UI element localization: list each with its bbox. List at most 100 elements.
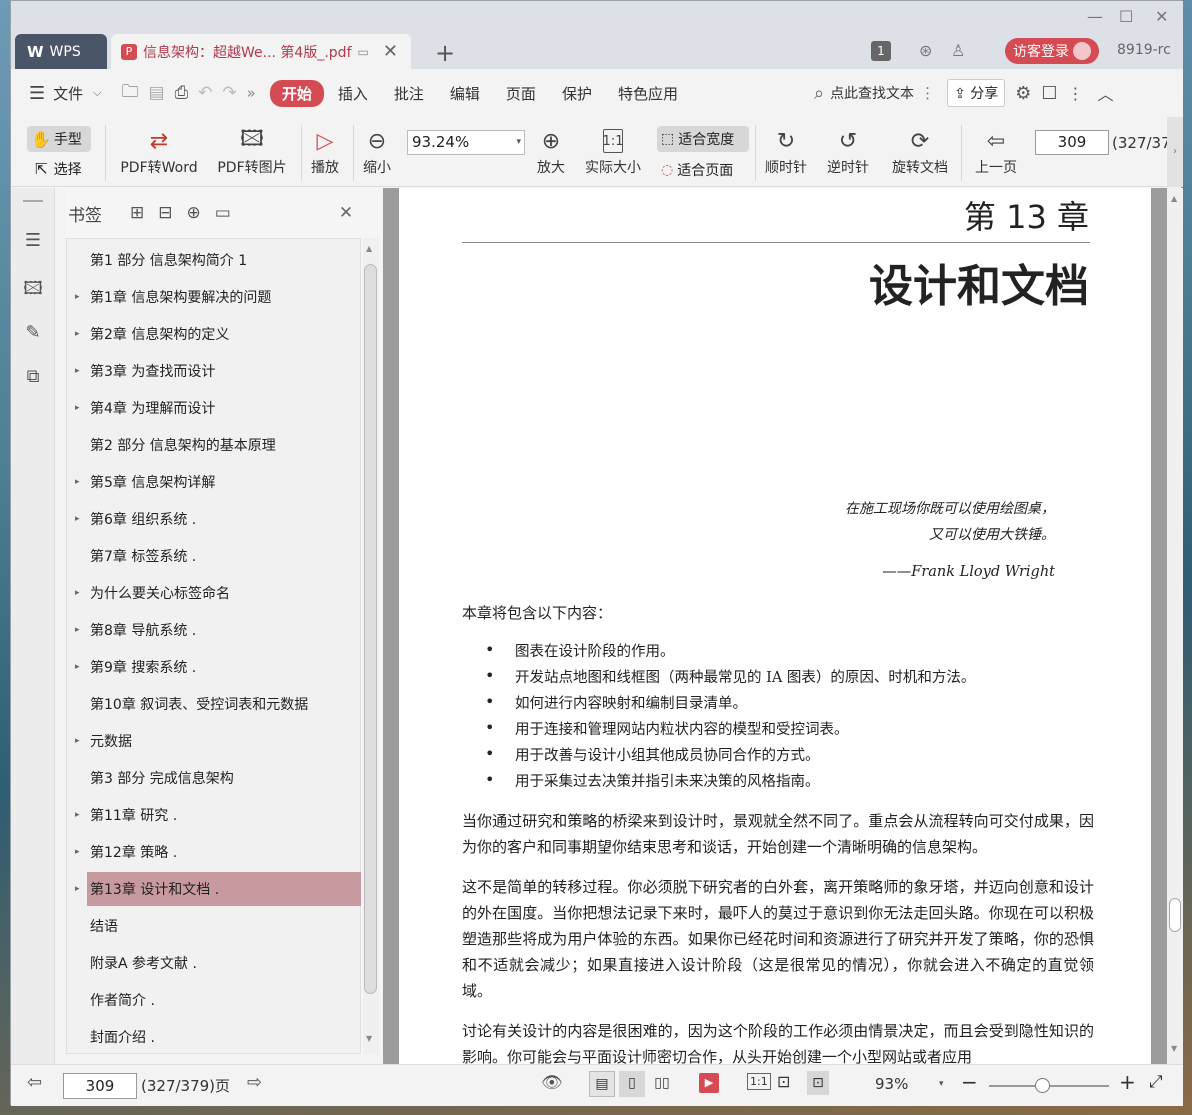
expand-arrow-icon[interactable]: ▸ <box>75 292 80 302</box>
bookmark-item[interactable]: 封面介绍 . <box>87 1020 361 1054</box>
bookmark-item[interactable]: ▸ 第1章 信息架构要解决的问题 <box>75 280 361 314</box>
comment-icon[interactable]: ☐ <box>1041 83 1057 104</box>
menu-insert[interactable]: 插入 <box>328 83 378 104</box>
close-window-icon[interactable]: ✕ <box>1155 7 1168 26</box>
tab-wps-home[interactable]: W WPS <box>15 34 107 69</box>
collapse-all-icon[interactable]: ⊟ <box>158 203 172 223</box>
maximize-icon[interactable]: ☐ <box>1119 7 1133 26</box>
collapse-ribbon-icon[interactable]: ︿ <box>1098 81 1114 105</box>
menu-file[interactable]: 文件 <box>45 83 93 104</box>
expand-arrow-icon[interactable]: ▸ <box>75 477 80 487</box>
scroll-thumb[interactable] <box>1169 898 1181 932</box>
bookmark-list-icon[interactable]: ☰ <box>22 230 44 252</box>
rotate-ccw-button[interactable]: ↺ 逆时针 <box>823 125 873 177</box>
kebab-icon[interactable]: ⋮ <box>920 84 935 102</box>
shirt-icon[interactable]: ♙ <box>951 41 965 60</box>
zoom-out-button[interactable]: ⊖ 缩小 <box>361 125 393 177</box>
redo-icon[interactable]: ↷ <box>222 83 236 103</box>
expand-all-icon[interactable]: ⊞ <box>130 203 144 223</box>
share-button[interactable]: ⇪ 分享 <box>947 79 1006 107</box>
select-tool-button[interactable]: ⇱ 选择 <box>35 159 82 179</box>
expand-arrow-icon[interactable]: ▸ <box>75 810 80 820</box>
add-bookmark-icon[interactable]: ⊕ <box>187 203 201 223</box>
expand-arrow-icon[interactable]: ▸ <box>75 736 80 746</box>
page-badge[interactable]: 1 <box>871 41 891 61</box>
expand-arrow-icon[interactable]: ▸ <box>75 847 80 857</box>
menu-edit[interactable]: 编辑 <box>440 83 490 104</box>
actual-size-status-icon[interactable]: 1:1 <box>747 1073 771 1090</box>
next-page-icon[interactable]: ⇨ <box>247 1072 262 1093</box>
undo-icon[interactable]: ↶ <box>198 83 212 103</box>
bookmark-scrollbar[interactable]: ▲ ▼ <box>363 238 379 1054</box>
bookmark-item[interactable]: ▸ 第6章 组织系统 . <box>75 502 361 536</box>
status-page-input[interactable]: 309 <box>63 1073 137 1099</box>
fit-page-status-icon[interactable]: ⊡ <box>777 1072 790 1091</box>
zoom-plus-icon[interactable]: + <box>1119 1070 1136 1094</box>
expand-arrow-icon[interactable]: ▸ <box>75 329 80 339</box>
zoom-in-button[interactable]: ⊕ 放大 <box>535 125 567 177</box>
more-vertical-icon[interactable]: ⋮ <box>1068 84 1084 103</box>
hamburger-icon[interactable]: ☰ <box>29 83 45 104</box>
minimize-icon[interactable]: — <box>1087 7 1103 26</box>
expand-arrow-icon[interactable]: ▸ <box>75 662 80 672</box>
document-scrollbar[interactable]: ▲ ▼ <box>1167 188 1183 1064</box>
bookmark-item[interactable]: ▸ 第12章 策略 . <box>75 835 361 869</box>
prev-page-button[interactable]: ⇦ 上一页 <box>971 125 1021 177</box>
bookmark-item[interactable]: ▸ 第13章 设计和文档 . <box>75 872 361 906</box>
bookmark-item[interactable]: ▸ 元数据 <box>75 724 361 758</box>
pdf-to-word-button[interactable]: ⇄ PDF转Word <box>115 125 203 177</box>
image-extract-icon[interactable]: ⧉ <box>22 366 44 388</box>
expand-arrow-icon[interactable]: ▸ <box>75 403 80 413</box>
expand-arrow-icon[interactable]: ▸ <box>75 588 80 598</box>
tab-document[interactable]: P 信息架构：超越We... 第4版_.pdf ▭ ✕ <box>111 34 411 69</box>
page-number-input[interactable]: 309 <box>1035 130 1109 155</box>
bookmark-item[interactable]: ▸ 第9章 搜索系统 . <box>75 650 361 684</box>
fit-width-button[interactable]: ⬚ 适合宽度 <box>657 126 749 152</box>
pdf-to-image-button[interactable]: 🖾 PDF转图片 <box>215 125 289 177</box>
actual-size-button[interactable]: 1:1 实际大小 <box>581 125 645 177</box>
fullscreen-icon[interactable]: ⤢ <box>1149 1072 1163 1092</box>
bookmark-item[interactable]: ▸ 第4章 为理解而设计 <box>75 391 361 425</box>
bookmark-item[interactable]: ▸ 第3章 为查找而设计 <box>75 354 361 388</box>
bookmark-item[interactable]: 第7章 标签系统 . <box>87 539 361 573</box>
bookmark-item[interactable]: ▸ 为什么要关心标签命名 <box>75 576 361 610</box>
hand-tool-button[interactable]: ✋ 手型 <box>27 126 91 152</box>
fit-width-status-icon[interactable]: ⊡ <box>807 1071 829 1095</box>
zoom-percent[interactable]: 93% <box>875 1075 908 1093</box>
menu-start[interactable]: 开始 <box>269 79 324 107</box>
menu-annotate[interactable]: 批注 <box>384 83 434 104</box>
single-page-icon[interactable]: ▤ <box>589 1071 615 1097</box>
new-tab-icon[interactable]: + <box>435 39 455 67</box>
chevron-down-icon[interactable]: ⌵ <box>93 86 101 100</box>
bookmark-options-icon[interactable]: ▭ <box>215 203 231 223</box>
menu-special[interactable]: 特色应用 <box>608 83 688 104</box>
bookmark-item[interactable]: 第2 部分 信息架构的基本原理 <box>87 428 361 462</box>
rotate-doc-button[interactable]: ⟳ 旋转文档 <box>887 125 953 177</box>
expand-arrow-icon[interactable]: ▸ <box>75 514 80 524</box>
save-icon[interactable]: ▤ <box>149 83 165 103</box>
play-button[interactable]: ▷ 播放 <box>309 125 341 177</box>
close-tab-icon[interactable]: ✕ <box>383 41 398 62</box>
menu-page[interactable]: 页面 <box>496 83 546 104</box>
skin-icon[interactable]: ⊛ <box>919 41 932 60</box>
find-text[interactable]: 点此查找文本 <box>830 83 914 103</box>
more-icon[interactable]: » <box>247 84 256 102</box>
bookmark-item[interactable]: 第10章 叙词表、受控词表和元数据 <box>87 687 361 721</box>
menu-protect[interactable]: 保护 <box>552 83 602 104</box>
close-panel-icon[interactable]: ✕ <box>339 203 353 223</box>
expand-arrow-icon[interactable]: ▸ <box>75 884 80 894</box>
eye-icon[interactable]: 👁 <box>541 1073 563 1093</box>
print-icon[interactable]: ⎙ <box>175 83 189 103</box>
dual-page-icon[interactable]: ▯▯ <box>649 1071 675 1097</box>
expand-arrow-icon[interactable]: ▸ <box>75 366 80 376</box>
scroll-down-icon[interactable]: ▼ <box>366 1034 372 1043</box>
annotation-icon[interactable]: ✎ <box>22 322 44 344</box>
zoom-slider-handle[interactable] <box>1035 1078 1050 1093</box>
bookmark-item[interactable]: 结语 <box>87 909 361 943</box>
zoom-dropdown-icon[interactable]: ▾ <box>939 1079 944 1089</box>
bookmark-item[interactable]: ▸ 第2章 信息架构的定义 <box>75 317 361 351</box>
scroll-up-icon[interactable]: ▲ <box>1171 194 1177 203</box>
bookmark-item[interactable]: ▸ 第5章 信息架构详解 <box>75 465 361 499</box>
open-folder-icon[interactable]: 🗀 <box>122 79 139 108</box>
scroll-up-icon[interactable]: ▲ <box>366 244 372 253</box>
